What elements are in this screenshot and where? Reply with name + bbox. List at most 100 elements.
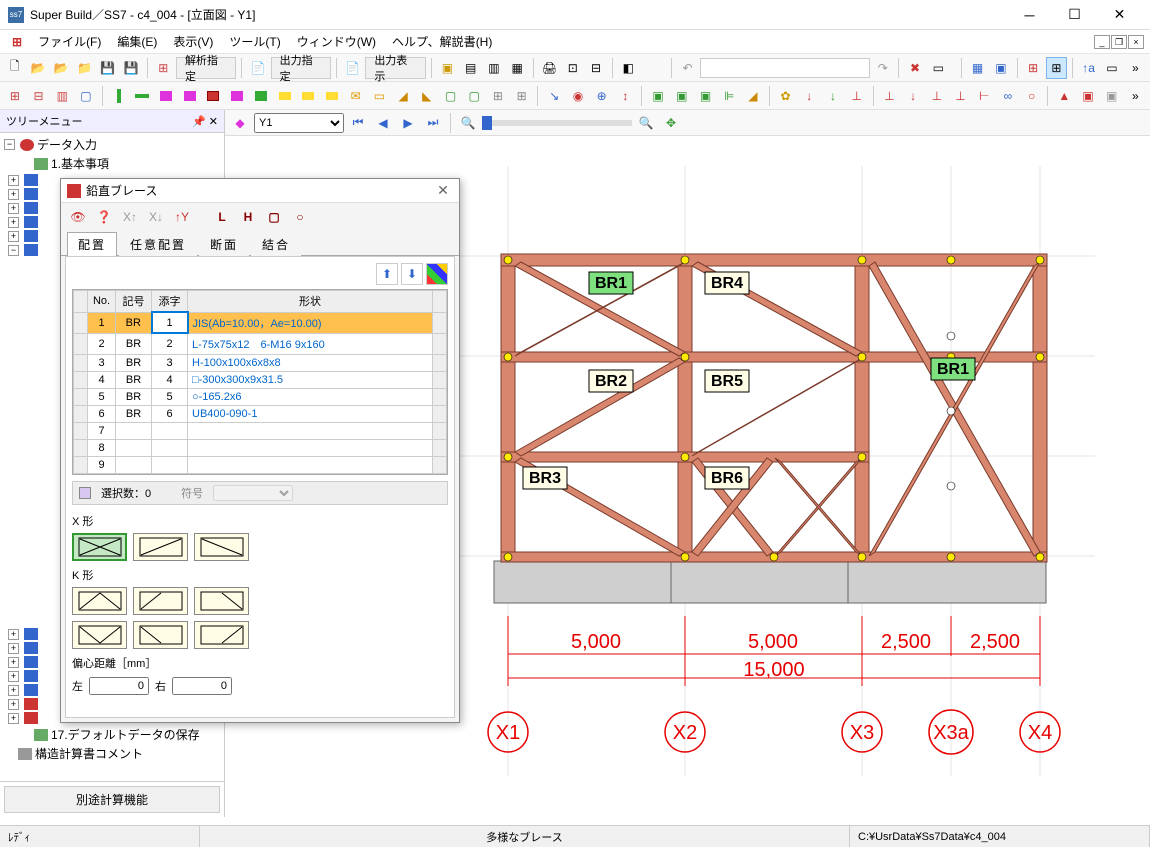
- pin-icon[interactable]: 📌 ✕: [192, 115, 218, 128]
- kshape-5[interactable]: [133, 621, 188, 649]
- table-row[interactable]: 9: [74, 456, 447, 473]
- table-row[interactable]: 6BR6UB400-090-1: [74, 405, 447, 422]
- t2-aj-icon[interactable]: ⊥: [926, 85, 948, 107]
- other-calc-button[interactable]: 別途計算機能: [4, 786, 220, 813]
- t2-c-icon[interactable]: ▥: [51, 85, 73, 107]
- kshape-1[interactable]: [72, 587, 127, 615]
- output-spec-button[interactable]: 出力指定: [271, 57, 331, 79]
- open-icon[interactable]: 📂: [27, 57, 48, 79]
- kshape-6[interactable]: [194, 621, 249, 649]
- t2-l-icon[interactable]: [321, 85, 343, 107]
- t2-d-icon[interactable]: ▢: [75, 85, 97, 107]
- tb-e-icon[interactable]: ⊡: [562, 57, 583, 79]
- undo-icon[interactable]: ↶: [677, 57, 698, 79]
- xshape-1[interactable]: [72, 533, 127, 561]
- tab-connect[interactable]: 結合: [251, 232, 301, 256]
- t2-ae-icon[interactable]: ↓: [798, 85, 820, 107]
- close-button[interactable]: ✕: [1097, 0, 1142, 30]
- t2-ad-icon[interactable]: ✿: [775, 85, 797, 107]
- tb-d-icon[interactable]: ▦: [507, 57, 528, 79]
- t2-b-icon[interactable]: ⊟: [28, 85, 50, 107]
- tree-item-1[interactable]: 1.基本事項: [2, 154, 222, 173]
- frame-select[interactable]: Y1: [254, 113, 344, 133]
- dlg-tb3-icon[interactable]: X↑: [119, 206, 141, 228]
- new-icon[interactable]: 🗋: [4, 57, 25, 79]
- kshape-3[interactable]: [194, 587, 249, 615]
- menu-icon[interactable]: ⊞: [6, 33, 28, 51]
- first-icon[interactable]: ⏮: [347, 112, 369, 134]
- t2-ai-icon[interactable]: ↓: [902, 85, 924, 107]
- tb-m-icon[interactable]: ↑a: [1078, 57, 1099, 79]
- save-icon[interactable]: 💾: [97, 57, 118, 79]
- t2-af-icon[interactable]: ↓: [822, 85, 844, 107]
- t2-e-icon[interactable]: [155, 85, 177, 107]
- t2-ah-icon[interactable]: ⊥: [879, 85, 901, 107]
- t2-an-icon[interactable]: ○: [1021, 85, 1043, 107]
- tab-section[interactable]: 断面: [199, 232, 249, 256]
- tree-comment[interactable]: 構造計算書コメント: [2, 744, 222, 763]
- dlg-tb5-icon[interactable]: ↑Y: [171, 206, 193, 228]
- tb-a-icon[interactable]: ▣: [437, 57, 458, 79]
- t2-ak-icon[interactable]: ⊥: [950, 85, 972, 107]
- dlg-tb6-icon[interactable]: L: [211, 206, 233, 228]
- t2-al-icon[interactable]: ⊢: [973, 85, 995, 107]
- dlg-tb7-icon[interactable]: H: [237, 206, 259, 228]
- t2-f-icon[interactable]: [179, 85, 201, 107]
- xshape-3[interactable]: [194, 533, 249, 561]
- del-icon[interactable]: ✖: [904, 57, 925, 79]
- undo-combo[interactable]: [700, 58, 870, 78]
- table-row[interactable]: 3BR3H-100x100x6x8x8: [74, 354, 447, 371]
- dlg-tb4-icon[interactable]: X↓: [145, 206, 167, 228]
- menu-file[interactable]: ファイル(F): [32, 31, 107, 52]
- print-icon[interactable]: 🖨: [539, 57, 560, 79]
- tab-arbitrary[interactable]: 任意配置: [119, 232, 197, 256]
- table-row[interactable]: 8: [74, 439, 447, 456]
- dlg-tb9-icon[interactable]: ○: [289, 206, 311, 228]
- t2-m-icon[interactable]: ✉: [345, 85, 367, 107]
- zoom-out-icon[interactable]: 🔍: [457, 112, 479, 134]
- stripe-icon[interactable]: [426, 263, 448, 285]
- down-icon[interactable]: ⬇: [401, 263, 423, 285]
- t2-k-icon[interactable]: [297, 85, 319, 107]
- mdi-minimize-icon[interactable]: _: [1094, 35, 1110, 49]
- last-icon[interactable]: ⏭: [422, 112, 444, 134]
- t2-ao-icon[interactable]: ▲: [1053, 85, 1075, 107]
- output-icon[interactable]: 📄: [247, 57, 268, 79]
- table-row[interactable]: 2BR2L-75x75x12 6-M16 9x160: [74, 333, 447, 354]
- output-show-button[interactable]: 出力表示: [365, 57, 425, 79]
- t2-u-icon[interactable]: ↘: [543, 85, 565, 107]
- open3-icon[interactable]: 📁: [74, 57, 95, 79]
- dialog-titlebar[interactable]: 鉛直ブレース ✕: [61, 179, 459, 203]
- dialog-close-icon[interactable]: ✕: [433, 182, 453, 199]
- maximize-button[interactable]: ☐: [1052, 0, 1097, 30]
- mdi-close-icon[interactable]: ×: [1128, 35, 1144, 49]
- overflow-icon[interactable]: »: [1125, 57, 1146, 79]
- t2-q-icon[interactable]: ▢: [440, 85, 462, 107]
- t2-w-icon[interactable]: ⊕: [591, 85, 613, 107]
- tb-g-icon[interactable]: ◧: [618, 57, 639, 79]
- t2-o-icon[interactable]: ◢: [392, 85, 414, 107]
- brace-dialog[interactable]: 鉛直ブレース ✕ 👁 ❓ X↑ X↓ ↑Y L H ▢ ○ 配置 任意配置 断面…: [60, 178, 460, 723]
- pan-icon[interactable]: ✥: [660, 112, 682, 134]
- dlg-tb8-icon[interactable]: ▢: [263, 206, 285, 228]
- open2-icon[interactable]: 📂: [51, 57, 72, 79]
- t2-v-icon[interactable]: ◉: [567, 85, 589, 107]
- table-row[interactable]: 5BR5○-165.2x6: [74, 388, 447, 405]
- xshape-2[interactable]: [133, 533, 188, 561]
- tb-k-icon[interactable]: ⊞: [1022, 57, 1043, 79]
- table-row[interactable]: 1BR1JIS(Ab=10.00，Ae=10.00): [74, 312, 447, 333]
- table-row[interactable]: 7: [74, 422, 447, 439]
- tb-h-icon[interactable]: ▭: [928, 57, 949, 79]
- kshape-4[interactable]: [72, 621, 127, 649]
- t2-z-icon[interactable]: ▣: [671, 85, 693, 107]
- table-row[interactable]: 4BR4□-300x300x9x31.5: [74, 371, 447, 388]
- t2-s-icon[interactable]: ⊞: [487, 85, 509, 107]
- t2-g-icon[interactable]: [203, 85, 225, 107]
- t2-n-icon[interactable]: ▭: [369, 85, 391, 107]
- cv-a-icon[interactable]: ◆: [229, 112, 251, 134]
- menu-help[interactable]: ヘルプ、解説書(H): [386, 31, 498, 52]
- tb-n-icon[interactable]: ▭: [1101, 57, 1122, 79]
- t2-x-icon[interactable]: ↕: [615, 85, 637, 107]
- outshow-icon[interactable]: 📄: [342, 57, 363, 79]
- dlg-tb1-icon[interactable]: 👁: [67, 206, 89, 228]
